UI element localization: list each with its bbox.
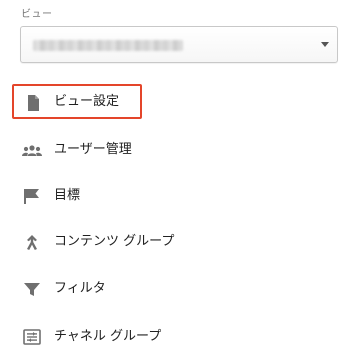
menu-item-label: ビュー設定: [54, 94, 120, 109]
menu-item-label: 目標: [54, 188, 81, 203]
chevron-down-icon: [321, 42, 329, 47]
menu-item-filters[interactable]: フィルタ: [12, 271, 342, 307]
menu-item-content-grouping[interactable]: コンテンツ グループ: [12, 224, 342, 260]
content-grouping-icon: [27, 235, 37, 250]
users-icon: [22, 145, 42, 156]
menu-item-label: ユーザー管理: [54, 142, 132, 157]
menu-item-view-settings[interactable]: ビュー設定: [12, 84, 142, 119]
menu-item-label: コンテンツ グループ: [54, 234, 175, 249]
document-icon: [28, 95, 39, 111]
menu-item-channel-grouping[interactable]: チャネル グループ: [12, 319, 342, 355]
menu-item-label: フィルタ: [54, 281, 106, 296]
channel-grouping-icon: [23, 329, 41, 345]
view-select-dropdown[interactable]: [20, 26, 338, 63]
menu-item-label: チャネル グループ: [54, 329, 162, 344]
flag-icon: [24, 189, 39, 204]
view-select-value-redacted: [33, 40, 183, 51]
filter-icon: [24, 283, 40, 296]
menu-item-goals[interactable]: 目標: [12, 178, 342, 214]
view-label: ビュー: [21, 9, 53, 20]
menu-item-user-management[interactable]: ユーザー管理: [12, 132, 342, 168]
